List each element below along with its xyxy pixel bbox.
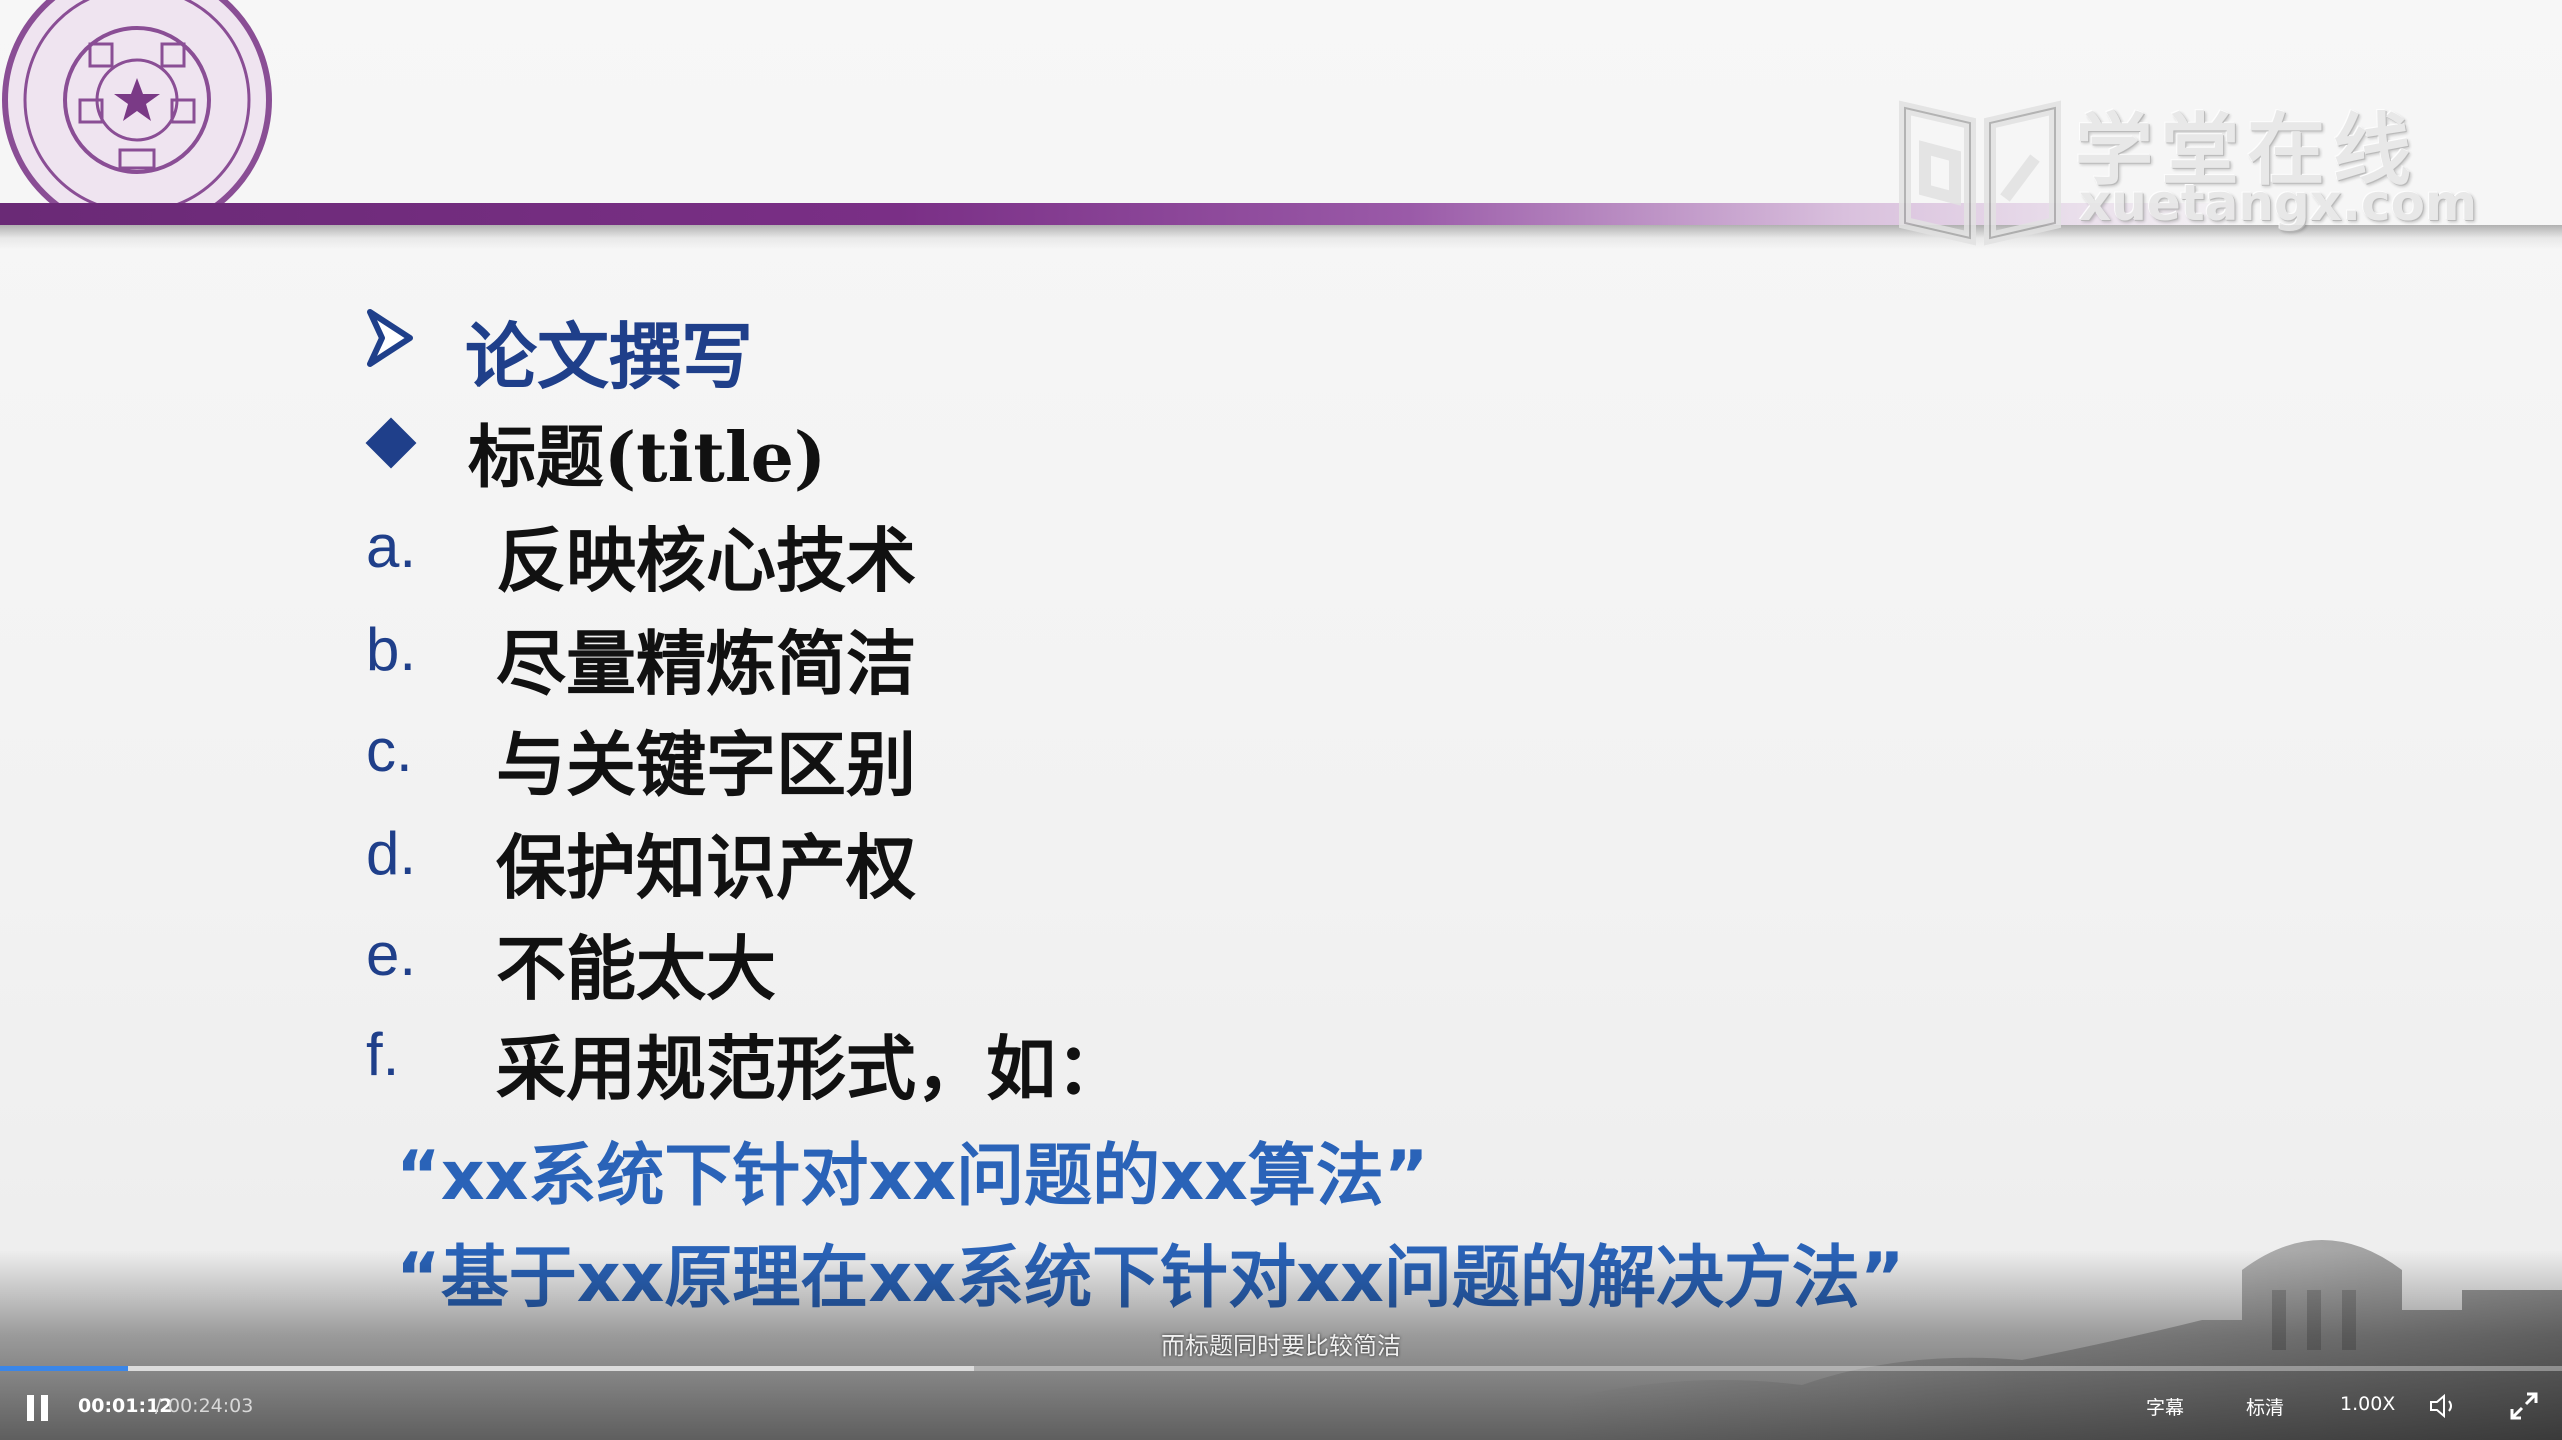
speed-button[interactable]: 1.00X xyxy=(2340,1393,2395,1415)
arrow-bullet-icon xyxy=(367,309,413,367)
volume-icon[interactable] xyxy=(2428,1391,2460,1421)
list-item-text: 反映核心技术 xyxy=(496,520,916,602)
list-item-text: 保护知识产权 xyxy=(496,827,916,909)
video-subtitle: 而标题同时要比较简洁 xyxy=(1161,1332,1401,1360)
captions-button[interactable]: 字幕 xyxy=(2146,1393,2184,1420)
university-seal-logo xyxy=(2,0,272,205)
list-item-text: 不能太大 xyxy=(496,928,776,1010)
list-item-letter: e. xyxy=(366,921,417,988)
diamond-bullet-icon xyxy=(365,417,417,469)
lecture-slide: 学堂在线 xuetangx.com 论文撰写 标题(title) a. 反映核心… xyxy=(0,0,2562,1440)
xuetangx-watermark: 学堂在线 xuetangx.com xyxy=(1895,88,2477,248)
list-item-letter: d. xyxy=(366,820,417,887)
slide-subheading: 标题(title) xyxy=(468,418,827,498)
pause-button[interactable] xyxy=(24,1393,54,1423)
total-duration: 00:24:03 xyxy=(168,1395,254,1417)
slide-heading: 论文撰写 xyxy=(465,315,754,399)
player-controls: 00:01:12 / 00:24:03 字幕 标清 1.00X xyxy=(0,1371,2562,1440)
list-item-letter: a. xyxy=(366,513,417,580)
list-item-letter: f. xyxy=(366,1021,400,1088)
quality-button[interactable]: 标清 xyxy=(2246,1393,2284,1420)
list-item-text: 采用规范形式，如： xyxy=(496,1028,1126,1110)
list-item-text: 与关键字区别 xyxy=(496,724,916,806)
list-item-text: 尽量精炼简洁 xyxy=(496,623,916,705)
time-separator: / xyxy=(155,1395,162,1417)
fullscreen-icon[interactable] xyxy=(2508,1390,2540,1422)
pause-icon xyxy=(41,1395,48,1421)
list-item-letter: b. xyxy=(366,616,417,683)
pause-icon xyxy=(27,1395,34,1421)
book-logo-icon xyxy=(1899,100,2061,246)
list-item-letter: c. xyxy=(366,717,413,784)
watermark-domain: xuetangx.com xyxy=(2079,174,2478,232)
example-title-1: “xx系统下针对xx问题的xx算法” xyxy=(396,1137,1429,1216)
